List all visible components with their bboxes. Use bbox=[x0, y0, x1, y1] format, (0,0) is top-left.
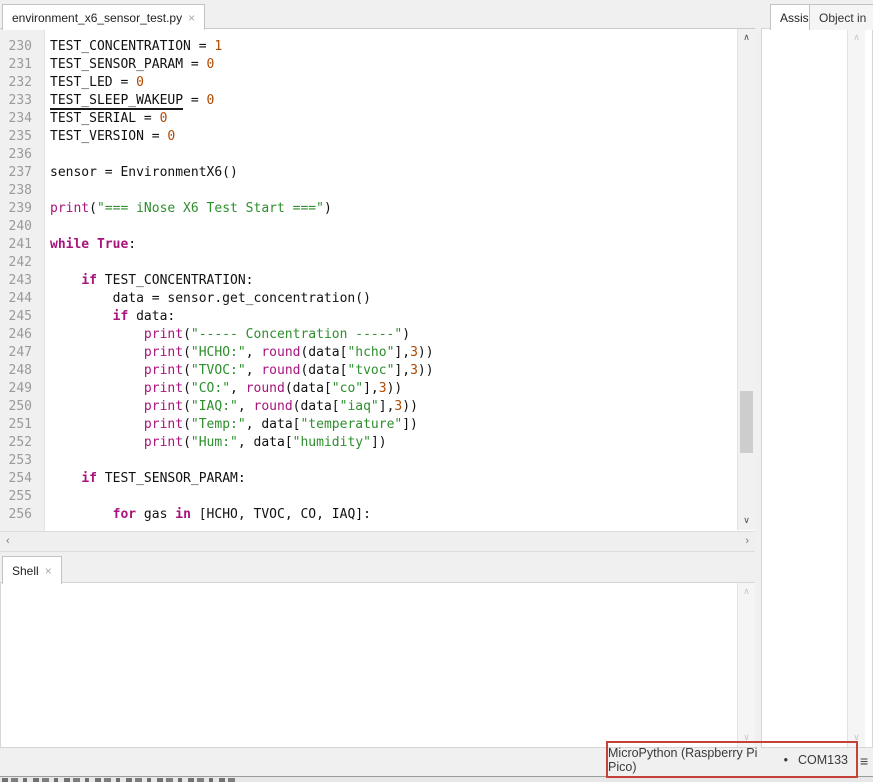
code-line[interactable]: 240 bbox=[0, 218, 737, 236]
code-line[interactable]: 232TEST_LED = 0 bbox=[0, 74, 737, 92]
line-number: 230 bbox=[0, 38, 44, 56]
code-line[interactable]: 237sensor = EnvironmentX6() bbox=[0, 164, 737, 182]
scrollbar-thumb[interactable] bbox=[740, 391, 753, 453]
code-line[interactable]: 247 print("HCHO:", round(data["hcho"],3)… bbox=[0, 344, 737, 362]
line-number: 239 bbox=[0, 200, 44, 218]
line-number: 243 bbox=[0, 272, 44, 290]
com-port-label[interactable]: COM133 bbox=[798, 753, 848, 767]
line-number: 248 bbox=[0, 362, 44, 380]
editor-tab-title: environment_x6_sensor_test.py bbox=[12, 11, 182, 25]
line-number: 242 bbox=[0, 254, 44, 272]
code-line[interactable]: 249 print("CO:", round(data["co"],3)) bbox=[0, 380, 737, 398]
editor-horizontal-scrollbar[interactable]: ‹ › bbox=[0, 531, 755, 552]
code-line[interactable]: 243 if TEST_CONCENTRATION: bbox=[0, 272, 737, 290]
code-line[interactable]: 256 for gas in [HCHO, TVOC, CO, IAQ]: bbox=[0, 506, 737, 524]
line-number: 234 bbox=[0, 110, 44, 128]
tab-close-icon[interactable]: × bbox=[188, 12, 195, 24]
code-line[interactable]: 253 bbox=[0, 452, 737, 470]
line-number: 247 bbox=[0, 344, 44, 362]
editor-vertical-scrollbar[interactable]: ∧ ∨ bbox=[737, 29, 755, 530]
tab-object-inspector[interactable]: Object in bbox=[809, 4, 873, 30]
line-number: 253 bbox=[0, 452, 44, 470]
line-number: 245 bbox=[0, 308, 44, 326]
code-line[interactable]: 234TEST_SERIAL = 0 bbox=[0, 110, 737, 128]
shell-tab-close-icon[interactable]: × bbox=[45, 565, 52, 577]
line-number: 241 bbox=[0, 236, 44, 254]
line-number: 252 bbox=[0, 434, 44, 452]
code-line[interactable]: 246 print("----- Concentration -----") bbox=[0, 326, 737, 344]
scroll-left-icon[interactable]: ‹ bbox=[6, 535, 10, 547]
line-number: 240 bbox=[0, 218, 44, 236]
line-number: 236 bbox=[0, 146, 44, 164]
line-number: 255 bbox=[0, 488, 44, 506]
line-number: 237 bbox=[0, 164, 44, 182]
shell-output[interactable] bbox=[0, 582, 755, 748]
line-number: 244 bbox=[0, 290, 44, 308]
scroll-up-icon[interactable]: ∧ bbox=[738, 32, 755, 44]
code-line[interactable]: 231TEST_SENSOR_PARAM = 0 bbox=[0, 56, 737, 74]
status-separator: • bbox=[784, 753, 788, 767]
editor-tab[interactable]: environment_x6_sensor_test.py × bbox=[2, 4, 205, 30]
scroll-down-icon[interactable]: ∨ bbox=[738, 515, 755, 527]
code-line[interactable]: 242 bbox=[0, 254, 737, 272]
code-line[interactable]: 250 print("IAQ:", round(data["iaq"],3)) bbox=[0, 398, 737, 416]
code-line[interactable]: 230TEST_CONCENTRATION = 1 bbox=[0, 38, 737, 56]
code-line[interactable]: 233TEST_SLEEP_WAKEUP = 0 bbox=[0, 92, 737, 110]
code-line[interactable]: 251 print("Temp:", data["temperature"]) bbox=[0, 416, 737, 434]
code-lines: 230TEST_CONCENTRATION = 1231TEST_SENSOR_… bbox=[0, 38, 737, 524]
code-line[interactable]: 252 print("Hum:", data["humidity"]) bbox=[0, 434, 737, 452]
line-number: 254 bbox=[0, 470, 44, 488]
thonny-window: environment_x6_sensor_test.py × Assis Ob… bbox=[0, 0, 873, 782]
line-number: 232 bbox=[0, 74, 44, 92]
tab-object-inspector-label: Object in bbox=[819, 11, 866, 25]
clipped-text-artifact bbox=[2, 778, 238, 782]
line-number: 250 bbox=[0, 398, 44, 416]
code-line[interactable]: 254 if TEST_SENSOR_PARAM: bbox=[0, 470, 737, 488]
code-line[interactable]: 241while True: bbox=[0, 236, 737, 254]
code-line[interactable]: 255 bbox=[0, 488, 737, 506]
scroll-up-icon[interactable]: ∧ bbox=[738, 586, 755, 598]
code-editor[interactable]: 230TEST_CONCENTRATION = 1231TEST_SENSOR_… bbox=[0, 28, 755, 531]
code-line[interactable]: 245 if data: bbox=[0, 308, 737, 326]
shell-tab[interactable]: Shell × bbox=[2, 556, 62, 584]
shell-tab-label: Shell bbox=[12, 564, 39, 578]
line-number: 238 bbox=[0, 182, 44, 200]
code-line[interactable]: 238 bbox=[0, 182, 737, 200]
side-panel-scrollbar[interactable]: ∧ ∨ bbox=[847, 29, 865, 747]
shell-vertical-scrollbar[interactable]: ∧ ∨ bbox=[737, 583, 755, 747]
line-number: 231 bbox=[0, 56, 44, 74]
code-line[interactable]: 244 data = sensor.get_concentration() bbox=[0, 290, 737, 308]
line-number: 246 bbox=[0, 326, 44, 344]
interpreter-label[interactable]: MicroPython (Raspberry Pi Pico) bbox=[608, 746, 774, 774]
code-line[interactable]: 236 bbox=[0, 146, 737, 164]
line-number: 249 bbox=[0, 380, 44, 398]
hamburger-menu-icon[interactable]: ≡ bbox=[860, 753, 868, 769]
scroll-up-icon[interactable]: ∧ bbox=[848, 32, 865, 44]
line-number: 235 bbox=[0, 128, 44, 146]
highlight-box: MicroPython (Raspberry Pi Pico) • COM133 bbox=[606, 741, 858, 778]
code-line[interactable]: 248 print("TVOC:", round(data["tvoc"],3)… bbox=[0, 362, 737, 380]
scroll-right-icon[interactable]: › bbox=[745, 535, 749, 547]
code-line[interactable]: 239print("=== iNose X6 Test Start ===") bbox=[0, 200, 737, 218]
tab-assistant-label: Assis bbox=[780, 11, 809, 25]
line-number: 256 bbox=[0, 506, 44, 524]
line-number: 251 bbox=[0, 416, 44, 434]
code-line[interactable]: 235TEST_VERSION = 0 bbox=[0, 128, 737, 146]
line-number: 233 bbox=[0, 92, 44, 110]
